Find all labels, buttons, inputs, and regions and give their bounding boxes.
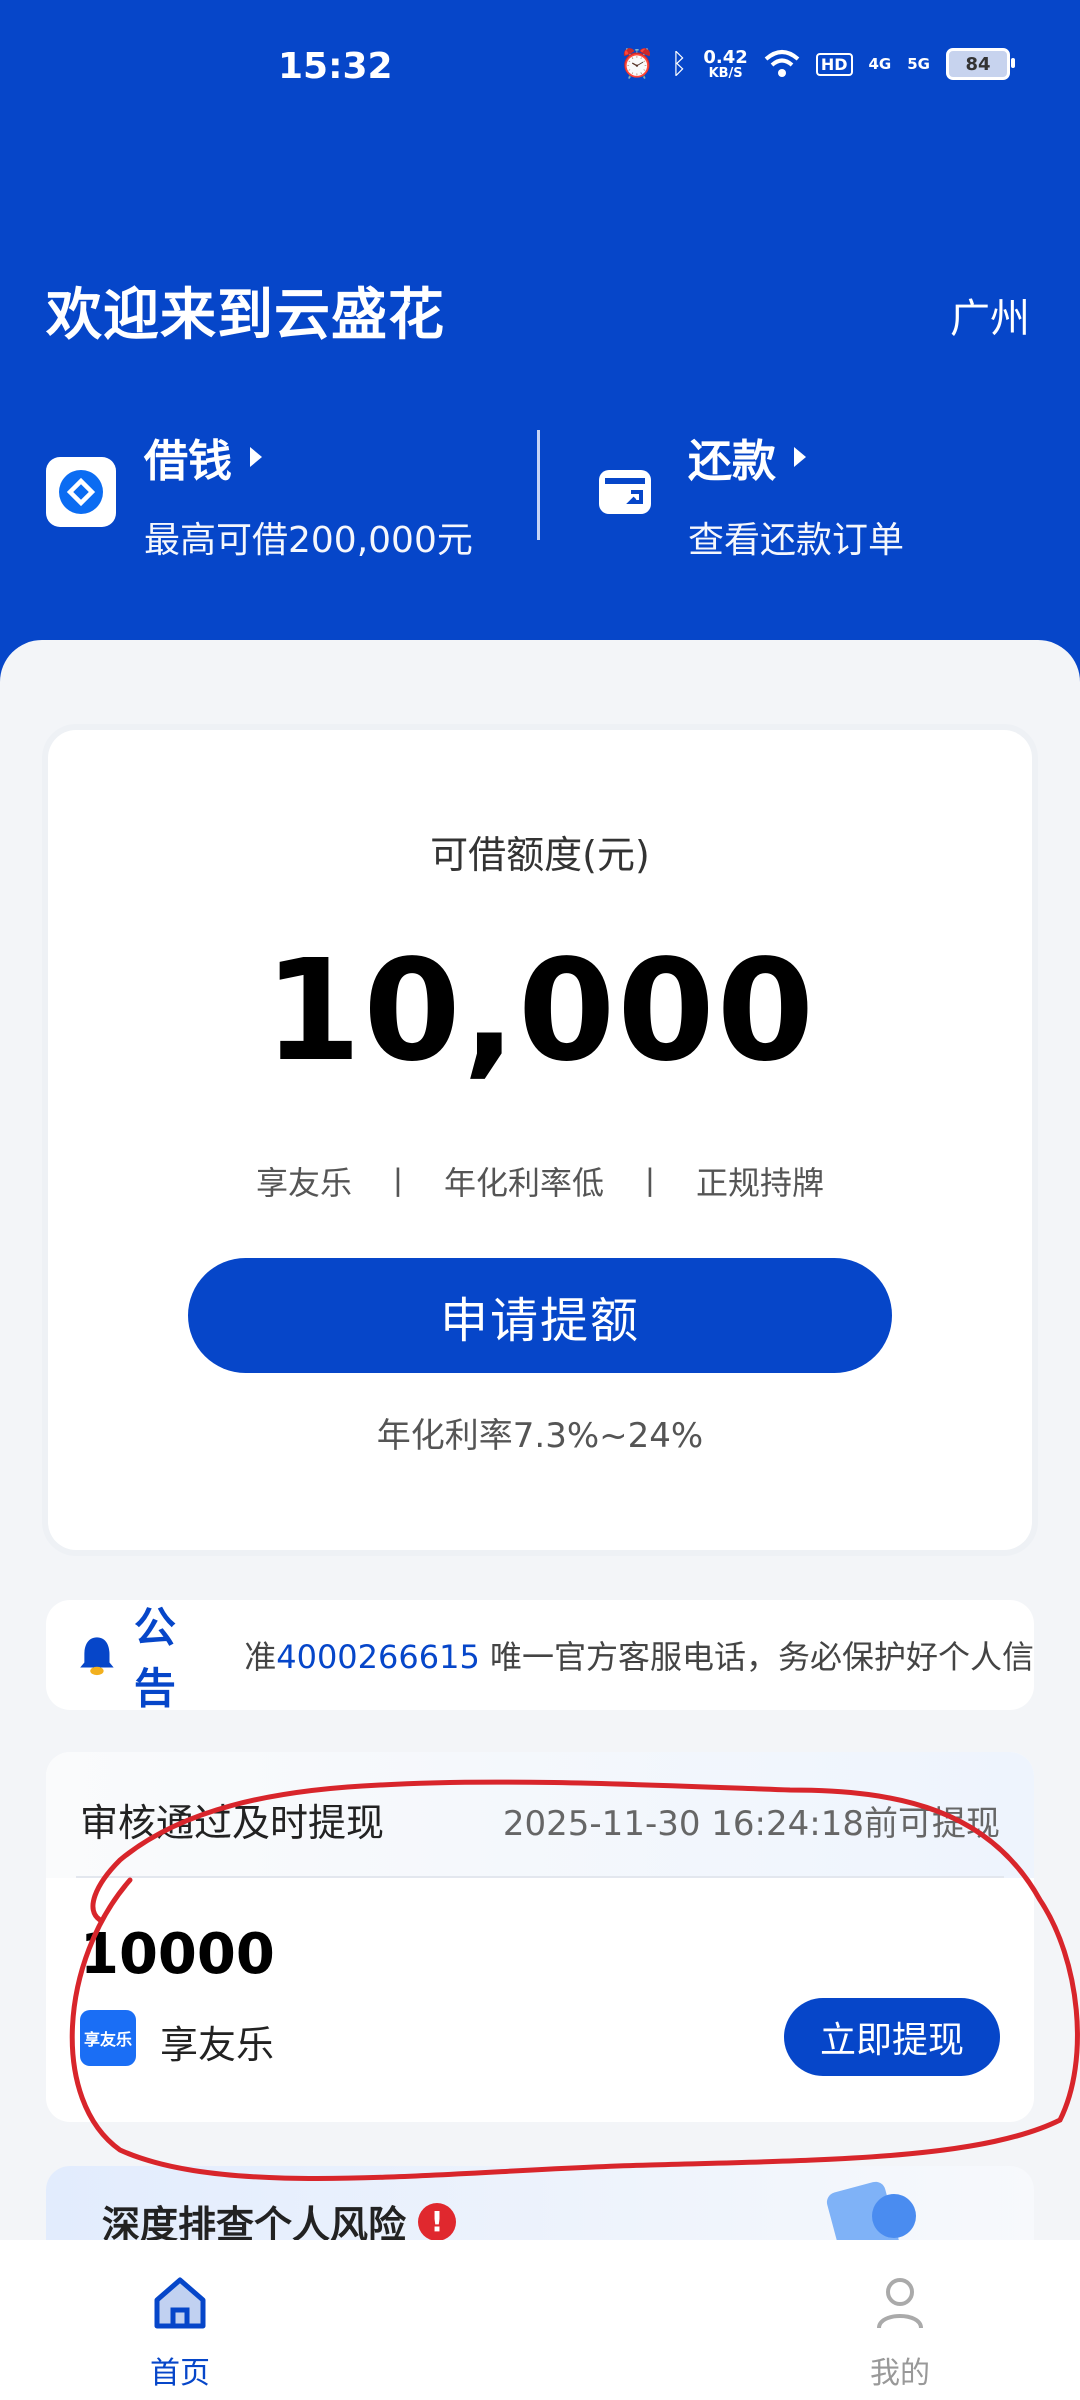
withdraw-deadline: 2025-11-30 16:24:18前可提现 bbox=[502, 1804, 1000, 1844]
bottom-tab-bar: 首页 我的 bbox=[0, 2240, 1080, 2400]
notice-bar[interactable]: 公告 准4000266615 唯一官方客服电话，务必保护好个人信 bbox=[46, 1600, 1034, 1710]
apply-increase-button[interactable]: 申请提额 bbox=[188, 1258, 892, 1373]
tag-item: 享友乐 bbox=[255, 1164, 352, 1202]
tab-me-label: 我的 bbox=[870, 2356, 930, 2391]
tab-me[interactable]: 我的 bbox=[800, 2240, 1000, 2400]
risk-title: 深度排查个人风险 bbox=[102, 2203, 407, 2246]
speed-value: 0.42 bbox=[703, 46, 748, 68]
borrow-title: 借钱 bbox=[144, 436, 232, 487]
welcome-title: 欢迎来到云盛花 bbox=[46, 283, 445, 348]
notice-body: 唯一官方客服电话，务必保护好个人信 bbox=[479, 1638, 1034, 1676]
phone-illustration-icon bbox=[826, 2181, 916, 2246]
repay-icon bbox=[590, 457, 660, 527]
withdraw-title: 审核通过及时提现 bbox=[80, 1801, 385, 1845]
withdraw-card: 审核通过及时提现 2025-11-30 16:24:18前可提现 10000 享… bbox=[46, 1752, 1034, 2122]
service-phone[interactable]: 4000266615 bbox=[276, 1638, 480, 1676]
withdraw-now-button[interactable]: 立即提现 bbox=[784, 1998, 1000, 2076]
tag-separator: 丨 bbox=[381, 1164, 414, 1202]
notice-prefix: 准 bbox=[244, 1638, 277, 1676]
repay-subtitle: 查看还款订单 bbox=[688, 520, 905, 561]
borrow-subtitle: 最高可借200,000元 bbox=[144, 520, 473, 561]
repay-entry[interactable]: 还款 查看还款订单 bbox=[590, 425, 904, 561]
network-speed: 0.42 KB/S bbox=[703, 46, 748, 81]
alert-icon: ! bbox=[418, 2202, 457, 2241]
alarm-icon: ⏰ bbox=[619, 47, 655, 80]
city-selector[interactable]: 广州 bbox=[950, 286, 1030, 344]
repay-title: 还款 bbox=[688, 436, 776, 487]
quota-amount: 10,000 bbox=[263, 930, 817, 1093]
bluetooth-icon: ᛒ bbox=[670, 47, 688, 80]
risk-check-banner[interactable]: 深度排查个人风险! bbox=[46, 2166, 1034, 2246]
quota-label: 可借额度(元) bbox=[430, 833, 650, 877]
hd-icon: HD bbox=[815, 52, 853, 76]
wifi-icon bbox=[764, 50, 800, 77]
status-bar: 15:32 ⏰ ᛒ 0.42 KB/S HD 4G 5G 84 bbox=[0, 0, 1080, 110]
withdraw-amount: 10000 bbox=[80, 1922, 275, 1987]
borrow-icon bbox=[46, 457, 116, 527]
tab-home[interactable]: 首页 bbox=[80, 2240, 280, 2400]
divider bbox=[76, 1876, 1004, 1878]
signal-5g-icon: 5G bbox=[907, 55, 930, 73]
quota-tags: 享友乐 丨 年化利率低 丨 正规持牌 bbox=[48, 1158, 1032, 1204]
signal-4g-icon: 4G bbox=[868, 55, 892, 73]
tab-home-label: 首页 bbox=[150, 2356, 210, 2391]
tag-separator: 丨 bbox=[634, 1164, 667, 1202]
lender-name: 享友乐 bbox=[160, 2023, 275, 2067]
tag-item: 正规持牌 bbox=[696, 1164, 825, 1202]
user-icon bbox=[877, 2278, 923, 2329]
lender-logo: 享友乐 bbox=[80, 2010, 136, 2066]
borrow-entry[interactable]: 借钱 最高可借200,000元 bbox=[46, 425, 473, 561]
header-divider bbox=[537, 430, 540, 540]
quota-card: 可借额度(元) 10,000 享友乐 丨 年化利率低 丨 正规持牌 申请提额 年… bbox=[48, 730, 1032, 1550]
arrow-right-icon bbox=[250, 447, 262, 467]
speed-unit: KB/S bbox=[708, 65, 743, 81]
tag-item: 年化利率低 bbox=[443, 1164, 604, 1202]
interest-rate: 年化利率7.3%~24% bbox=[376, 1416, 704, 1456]
arrow-right-icon bbox=[794, 447, 806, 467]
status-time: 15:32 bbox=[278, 46, 393, 87]
battery-icon: 84 bbox=[946, 48, 1015, 80]
home-icon bbox=[154, 2277, 206, 2329]
status-icons: ⏰ ᛒ 0.42 KB/S HD 4G 5G 84 bbox=[619, 46, 1015, 81]
notice-title: 公告 bbox=[133, 1603, 176, 1710]
battery-level: 84 bbox=[965, 53, 991, 75]
bell-icon bbox=[80, 1637, 114, 1676]
notice-text: 准4000266615 唯一官方客服电话，务必保护好个人信 bbox=[244, 1632, 1034, 1678]
